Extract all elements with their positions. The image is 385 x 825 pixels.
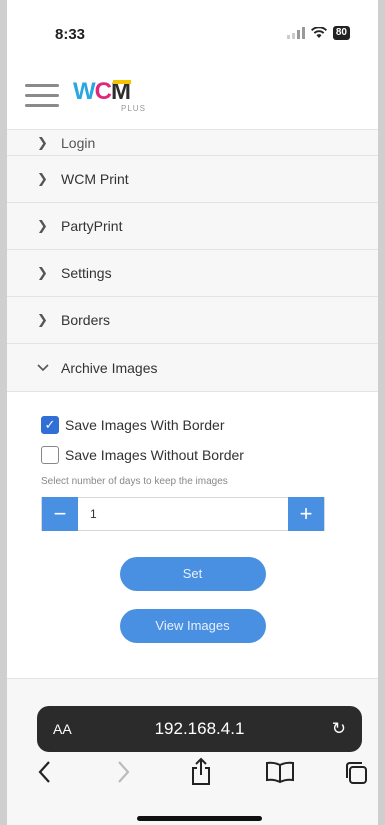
reader-options-button[interactable]: AA xyxy=(53,721,72,737)
logo-accent-bar xyxy=(113,80,131,84)
browser-toolbar xyxy=(7,752,378,825)
browser-address-bar[interactable]: AA 192.168.4.1 ↻ xyxy=(37,706,362,752)
menu-item-wcm-print[interactable]: ❯ WCM Print xyxy=(7,156,378,203)
menu-item-login[interactable]: ❯ Login xyxy=(7,130,378,156)
save-with-border-checkbox[interactable]: ✓ xyxy=(41,416,59,434)
phone-screen: 8:33 80 WCM PLUS ❯ Login ❯ WCM Print ❯ P… xyxy=(0,0,385,825)
accordion-menu: ❯ Login ❯ WCM Print ❯ PartyPrint ❯ Setti… xyxy=(7,130,378,679)
status-icons: 80 xyxy=(286,26,350,40)
hamburger-menu-button[interactable] xyxy=(25,84,59,110)
menu-item-label: Settings xyxy=(61,265,112,281)
menu-item-archive-images[interactable]: Archive Images xyxy=(7,344,378,392)
menu-item-label: Archive Images xyxy=(61,359,158,376)
menu-item-label: WCM Print xyxy=(61,171,129,187)
forward-arrow-icon[interactable] xyxy=(117,760,131,784)
chevron-right-icon: ❯ xyxy=(37,171,48,186)
home-indicator xyxy=(137,816,262,821)
save-with-border-option[interactable]: ✓ Save Images With Border xyxy=(7,410,378,440)
set-button[interactable]: Set xyxy=(119,557,266,591)
bookmarks-icon[interactable] xyxy=(265,760,295,784)
option-label: Save Images With Border xyxy=(65,417,225,433)
share-icon[interactable] xyxy=(190,756,212,786)
days-hint-text: Select number of days to keep the images xyxy=(41,476,228,487)
view-images-button[interactable]: View Images xyxy=(119,609,266,643)
logo-sub-text: PLUS xyxy=(121,104,146,113)
menu-item-settings[interactable]: ❯ Settings xyxy=(7,250,378,297)
option-label: Save Images Without Border xyxy=(65,447,244,463)
increment-button[interactable]: + xyxy=(288,497,324,531)
menu-item-partyprint[interactable]: ❯ PartyPrint xyxy=(7,203,378,250)
archive-images-panel: ✓ Save Images With Border Save Images Wi… xyxy=(7,392,378,679)
menu-item-label: Borders xyxy=(61,312,111,328)
chevron-right-icon: ❯ xyxy=(37,135,48,150)
chevron-down-icon xyxy=(37,363,51,372)
chevron-right-icon: ❯ xyxy=(37,265,48,280)
url-text[interactable]: 192.168.4.1 xyxy=(37,719,362,739)
menu-item-label: Login xyxy=(61,135,96,151)
cellular-signal-icon xyxy=(286,27,305,39)
menu-item-label: PartyPrint xyxy=(61,218,123,234)
back-arrow-icon[interactable] xyxy=(37,760,51,784)
wifi-icon xyxy=(310,27,327,39)
menu-item-borders[interactable]: ❯ Borders xyxy=(7,297,378,344)
save-without-border-checkbox[interactable] xyxy=(41,446,59,464)
app-header: WCM PLUS xyxy=(7,62,378,130)
status-time: 8:33 xyxy=(55,26,86,43)
decrement-button[interactable]: − xyxy=(42,497,78,531)
status-bar: 8:33 80 xyxy=(7,0,378,62)
chevron-right-icon: ❯ xyxy=(37,218,48,233)
days-stepper: − 1 + xyxy=(41,497,325,531)
chevron-right-icon: ❯ xyxy=(37,312,48,327)
reload-icon[interactable]: ↻ xyxy=(332,719,346,739)
tabs-icon[interactable] xyxy=(343,760,369,786)
save-without-border-option[interactable]: Save Images Without Border xyxy=(7,440,378,470)
battery-icon: 80 xyxy=(332,26,350,40)
wcm-plus-logo[interactable]: WCM PLUS xyxy=(73,78,153,118)
days-input[interactable]: 1 xyxy=(78,498,288,530)
